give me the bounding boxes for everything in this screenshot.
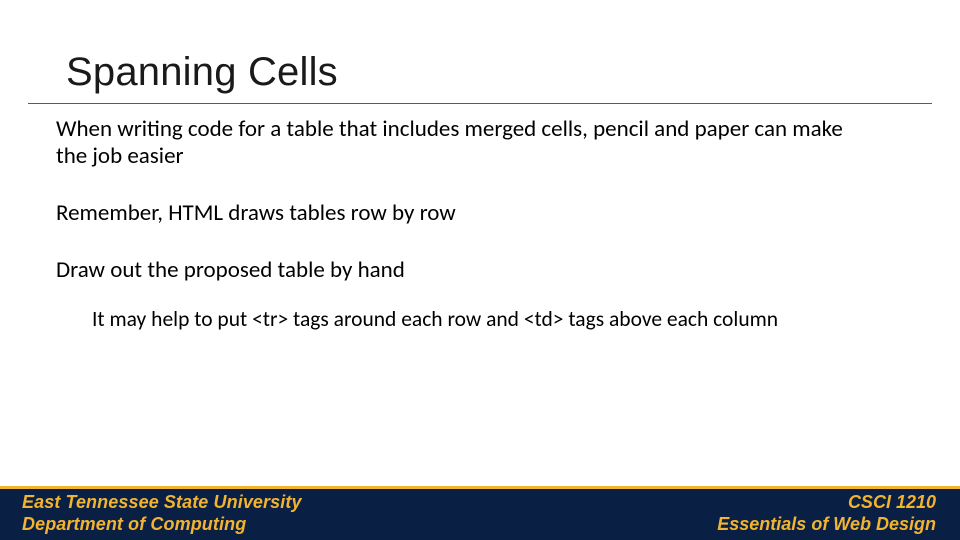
slide-content: When writing code for a table that inclu… xyxy=(56,116,880,332)
slide-title: Spanning Cells xyxy=(66,50,338,95)
sub-paragraph: It may help to put <tr> tags around each… xyxy=(92,307,872,332)
footer-department: Department of Computing xyxy=(22,514,302,535)
footer-subtitle: Essentials of Web Design xyxy=(717,514,936,535)
slide: Spanning Cells When writing code for a t… xyxy=(0,0,960,540)
footer-course: CSCI 1210 xyxy=(848,492,936,513)
paragraph-1: When writing code for a table that inclu… xyxy=(56,116,866,170)
footer-institution: East Tennessee State University xyxy=(22,492,302,513)
footer-right: CSCI 1210 Essentials of Web Design xyxy=(717,492,936,534)
paragraph-3: Draw out the proposed table by hand xyxy=(56,257,880,284)
slide-footer: East Tennessee State University Departme… xyxy=(0,486,960,540)
footer-left: East Tennessee State University Departme… xyxy=(22,492,302,534)
title-underline xyxy=(28,103,932,104)
paragraph-2: Remember, HTML draws tables row by row xyxy=(56,200,880,227)
